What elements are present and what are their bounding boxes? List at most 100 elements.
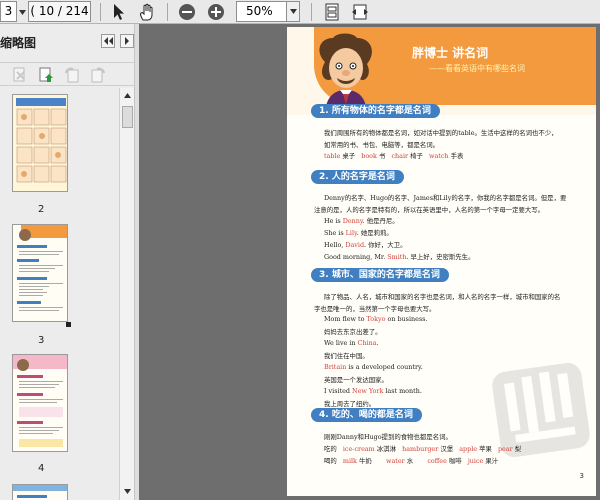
vocab-chinese: 椅子	[410, 152, 423, 160]
example-text: He is	[324, 217, 343, 225]
toolbar-divider	[311, 3, 312, 21]
thumbnail-label: 4	[38, 463, 45, 474]
thumbnail-label: 2	[38, 204, 45, 215]
example-text: Good morning, Mr.	[324, 253, 388, 261]
vocab-category: 吃的	[324, 445, 337, 453]
fit-width-button[interactable]	[350, 2, 370, 22]
highlighted-name: David	[345, 241, 365, 249]
zoom-dropdown-button[interactable]	[287, 1, 300, 22]
thumbnail-page-2[interactable]	[12, 94, 68, 192]
example-sentence: He is Denny. 他是丹尼。	[324, 216, 399, 225]
thumbnail-page-5[interactable]	[12, 484, 68, 500]
example-sentence: Mom flew to Tokyo on business.	[324, 315, 427, 323]
collapse-panel-button[interactable]	[101, 34, 115, 48]
minus-circle-icon	[179, 4, 195, 20]
thumbnails-panel-header: 缩略图	[0, 30, 139, 54]
section-heading: 4. 吃的、喝的都是名词	[311, 408, 422, 422]
scrollbar-thumb[interactable]	[122, 106, 133, 128]
example-text: 妈妈去东京出差了。	[324, 328, 382, 336]
double-chevron-left-icon	[104, 37, 113, 45]
body-text: 注意的是，人的名字是特有的，所以在英语里中，人名的第一个字母一定要大写。	[314, 206, 545, 214]
document-page: 胖博士 讲名词 ——看看英语中有哪些名词 1. 所有物体的名字都是名词 我们周围…	[287, 27, 596, 496]
vocab-english: ice-cream	[342, 445, 375, 453]
highlighted-name: Denny	[342, 217, 363, 225]
vocab-english: table	[324, 152, 341, 160]
example-sentence: 英国是一个发达国家。	[324, 375, 388, 384]
example-text: . 她是莉莉。	[356, 229, 393, 237]
example-text: .	[376, 339, 379, 347]
toolbar-divider	[167, 3, 168, 21]
page-thumbnail-image	[13, 225, 67, 321]
vocab-chinese: 苹果	[479, 445, 492, 453]
vocab-chinese: 梨	[514, 445, 522, 453]
example-text: 英国是一个发达国家。	[324, 376, 388, 384]
vocab-row: 吃的 ice-cream 冰淇淋 hamburger 汉堡 apple 苹果 p…	[324, 444, 521, 453]
pdf-reader-window: 3 ( 10 / 214 ) 50% 缩	[0, 0, 600, 500]
chevron-right-icon	[125, 37, 129, 45]
panel-options-button[interactable]	[120, 34, 134, 48]
chevron-down-icon	[19, 9, 26, 15]
example-sentence: 我们住在中国。	[324, 351, 369, 360]
vocab-english: hamburger	[402, 445, 439, 453]
hand-tool-button[interactable]	[136, 2, 158, 22]
rotate-counterclockwise-button[interactable]	[64, 67, 80, 83]
thumbnail-label: 3	[38, 335, 45, 346]
section-heading: 2. 人的名字是名词	[311, 170, 404, 184]
fit-page-button[interactable]	[322, 2, 342, 22]
vocab-english: book	[361, 152, 377, 160]
highlighted-name: Lily	[345, 229, 357, 237]
fit-page-icon	[325, 3, 339, 21]
scroll-up-button[interactable]	[120, 88, 134, 102]
body-text: 字也是唯一的，当然第一个字母也要大写。	[314, 305, 436, 313]
zoom-out-button[interactable]	[177, 2, 197, 22]
example-sentence: 我上周去了纽约。	[324, 399, 375, 408]
delete-page-icon	[13, 67, 25, 82]
vocab-chinese: 桌子	[342, 152, 356, 160]
vocab-english: pear	[497, 445, 513, 453]
section-heading: 3. 城市、国家的名字都是名词	[311, 268, 449, 282]
page-number: 3	[579, 472, 584, 480]
vocab-english: milk	[342, 457, 357, 465]
thumbnail-scrollbar[interactable]	[119, 88, 134, 500]
highlighted-name: Smith	[387, 253, 407, 261]
thumbnail-list: 2 3 4	[0, 88, 120, 500]
example-sentence: She is Lily. 她是莉莉。	[324, 228, 393, 237]
example-sentence: We live in China.	[324, 339, 379, 347]
body-text: Denny的名字、Hugo的名字、James和Lily的名字，你我的名字都是名词…	[324, 194, 567, 202]
cursor-arrow-icon	[114, 4, 124, 20]
insert-page-button[interactable]	[38, 67, 54, 83]
page-header-banner: 胖博士 讲名词 ——看看英语中有哪些名词	[287, 27, 596, 116]
vocab-row: table 桌子 book 书 chair 椅子 watch 手表	[324, 151, 463, 160]
plus-circle-icon	[208, 4, 224, 20]
thumbnail-page-3[interactable]	[12, 224, 68, 322]
select-tool-button[interactable]	[109, 2, 129, 22]
zoom-in-button[interactable]	[206, 2, 226, 22]
rotate-clockwise-button[interactable]	[90, 67, 106, 83]
thumbnail-toolbar	[0, 62, 139, 86]
watermark-stamp	[492, 362, 590, 457]
highlighted-name: New York	[352, 387, 384, 395]
rotate-left-icon	[65, 67, 79, 83]
vocab-chinese: 手表	[450, 152, 464, 160]
example-text: 我上周去了纽约。	[324, 400, 376, 408]
vocab-chinese: 书	[378, 152, 386, 160]
highlighted-name: China	[357, 339, 377, 347]
vocab-english: watch	[429, 152, 449, 160]
vocab-chinese: 咖啡	[448, 457, 462, 465]
page-number-input[interactable]: 3	[0, 1, 17, 22]
zoom-level-input[interactable]: 50%	[236, 1, 287, 22]
example-text: Hello,	[324, 241, 346, 249]
toolbar: 3 ( 10 / 214 ) 50%	[0, 0, 600, 37]
example-text: . 你好，大卫。	[364, 241, 407, 249]
page-dropdown-button[interactable]	[17, 2, 28, 22]
thumbnail-page-4[interactable]	[12, 354, 68, 452]
example-text: 我们住在中国。	[324, 352, 369, 360]
page-thumbnail-image	[13, 355, 67, 451]
example-text: . 他是丹尼。	[362, 217, 399, 225]
body-text: 我们周围所有的物体都是名词，如对话中提到的table。生活中这样的名词也不少，	[324, 129, 558, 137]
fit-width-icon	[352, 4, 368, 20]
highlighted-name: Britain	[324, 363, 347, 371]
insert-page-icon	[39, 67, 53, 82]
scroll-down-button[interactable]	[120, 484, 134, 498]
delete-pages-button[interactable]	[12, 67, 28, 83]
